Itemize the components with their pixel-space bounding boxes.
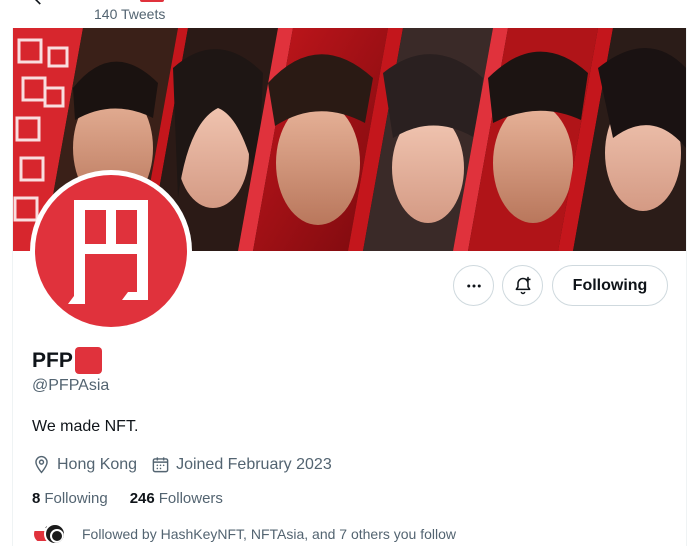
display-name: PFP: [32, 348, 73, 372]
location-pin-icon: [35, 455, 48, 474]
followed-by-row: Followed by HashKeyNFT, NFTAsia, and 7 o…: [32, 523, 456, 545]
location-text: Hong Kong: [57, 455, 138, 473]
location-item: Hong Kong: [32, 455, 137, 474]
follow-stats: 8 Following 246 Followers: [32, 490, 245, 507]
tweet-count: 140 Tweets: [94, 6, 166, 22]
header-flag-emoji: [140, 0, 164, 2]
followers-link[interactable]: 246 Followers: [130, 490, 223, 507]
calendar-icon: [152, 457, 169, 473]
followers-label: Followers: [158, 490, 223, 507]
joined-text: Joined February 2023: [176, 455, 332, 473]
profile-meta: Hong Kong Joined February 2023: [32, 455, 346, 474]
nftasia-logo-icon: [50, 529, 64, 543]
followed-by-text[interactable]: Followed by HashKeyNFT, NFTAsia, and 7 o…: [82, 526, 456, 542]
flag-emoji: [74, 347, 102, 374]
display-name-row: PFP: [32, 347, 102, 374]
profile-bio: We made NFT.: [32, 418, 139, 435]
notifications-button[interactable]: [502, 265, 543, 306]
following-count: 8: [32, 490, 41, 507]
ellipsis-icon: [466, 284, 481, 287]
joined-item: Joined February 2023: [151, 455, 332, 474]
more-options-button[interactable]: [453, 265, 494, 306]
user-handle: @PFPAsia: [32, 377, 110, 394]
following-link[interactable]: 8 Following: [32, 490, 108, 507]
profile-avatar[interactable]: [30, 170, 192, 332]
following-label: Following: [44, 490, 108, 507]
follower-avatar: [44, 523, 66, 545]
following-button[interactable]: Following: [552, 265, 668, 306]
bell-plus-icon: [515, 276, 530, 294]
followers-count: 246: [129, 490, 155, 507]
profile-header-bar: 140 Tweets: [0, 0, 693, 28]
avatar-logo: [35, 175, 187, 327]
yen-logo-icon: [68, 200, 148, 304]
arrow-left-icon[interactable]: [30, 0, 50, 8]
